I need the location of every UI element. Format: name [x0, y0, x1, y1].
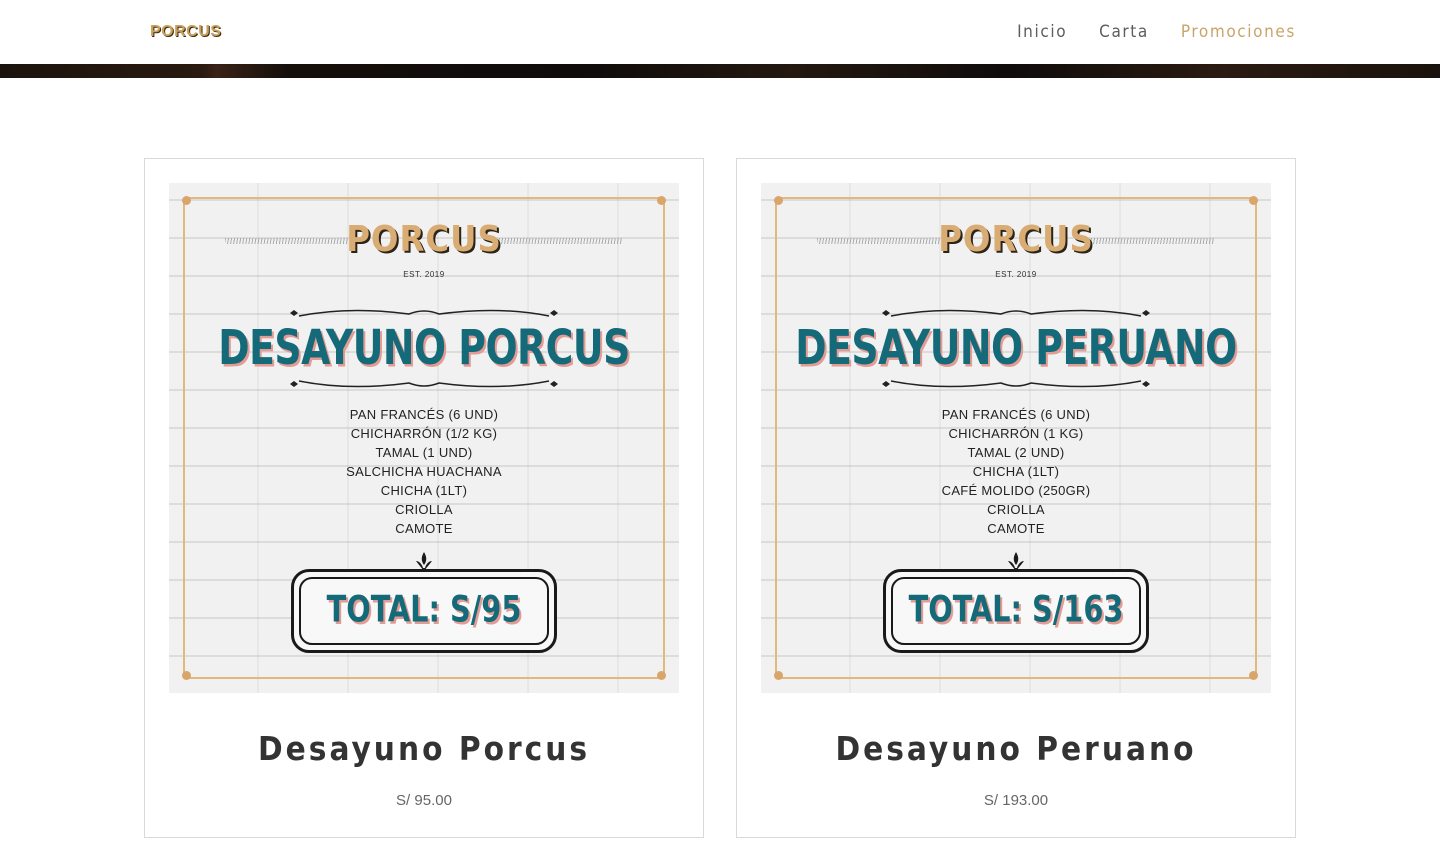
poster-item: PAN FRANCÉS (6 UND)	[349, 407, 499, 422]
product-image[interactable]: PORCUS EST. 2019 DESAYUNO PORCUS PAN FRA…	[169, 183, 679, 693]
poster-total: TOTAL: S/95	[326, 587, 522, 631]
brand-logo[interactable]: PORCUS	[150, 22, 221, 42]
poster-item: CHICHARRÓN (1 KG)	[948, 426, 1084, 441]
ornament-top-icon	[290, 309, 558, 317]
poster-item: CHICHA (1LT)	[380, 483, 468, 498]
product-title[interactable]: Desayuno Porcus	[145, 729, 703, 768]
poster-item: CRIOLLA	[987, 502, 1045, 517]
poster-item: CHICHARRÓN (1/2 KG)	[350, 426, 498, 441]
poster-brand: PORCUS	[346, 219, 502, 260]
poster-established: EST. 2019	[403, 270, 445, 279]
product-title[interactable]: Desayuno Peruano	[737, 729, 1295, 768]
product-card-desayuno-porcus[interactable]: PORCUS EST. 2019 DESAYUNO PORCUS PAN FRA…	[144, 158, 704, 838]
corner-dot	[1249, 196, 1258, 205]
poster-item: CAFÉ MOLIDO (250GR)	[941, 483, 1091, 498]
poster-item: TAMAL (2 UND)	[967, 445, 1065, 460]
corner-dot	[182, 196, 191, 205]
product-price: S/ 193.00	[983, 792, 1049, 809]
poster-item: TAMAL (1 UND)	[375, 445, 473, 460]
poster-item: SALCHICHA HUACHANA	[346, 464, 502, 479]
nav-item-inicio[interactable]: Inicio	[1017, 22, 1067, 42]
poster-brand: PORCUS	[938, 219, 1094, 260]
ornament-bottom-icon	[882, 380, 1150, 388]
poster-item: PAN FRANCÉS (6 UND)	[941, 407, 1091, 422]
main-nav: Inicio Carta Promociones	[1017, 0, 1296, 64]
site-header: PORCUS Inicio Carta Promociones	[0, 0, 1440, 64]
poster-total: TOTAL: S/163	[908, 587, 1124, 631]
poster-title: DESAYUNO PERUANO	[795, 319, 1237, 376]
corner-dot	[774, 196, 783, 205]
ornament-bottom-icon	[290, 380, 558, 388]
corner-dot	[774, 671, 783, 680]
product-price: S/ 95.00	[396, 792, 452, 809]
ornament-top-icon	[882, 309, 1150, 317]
hero-image-strip	[0, 64, 1440, 78]
poster-items-list: PAN FRANCÉS (6 UND) CHICHARRÓN (1/2 KG) …	[169, 405, 679, 538]
corner-dot	[657, 671, 666, 680]
poster-total-box: TOTAL: S/163	[883, 569, 1149, 653]
poster-item: CAMOTE	[987, 521, 1045, 536]
poster-items-list: PAN FRANCÉS (6 UND) CHICHARRÓN (1 KG) TA…	[761, 405, 1271, 538]
poster-title: DESAYUNO PORCUS	[218, 319, 630, 376]
poster-item: CRIOLLA	[395, 502, 453, 517]
product-image[interactable]: PORCUS EST. 2019 DESAYUNO PERUANO PAN FR…	[761, 183, 1271, 693]
product-card-desayuno-peruano[interactable]: PORCUS EST. 2019 DESAYUNO PERUANO PAN FR…	[736, 158, 1296, 838]
poster-item: CHICHA (1LT)	[972, 464, 1060, 479]
nav-item-carta[interactable]: Carta	[1099, 22, 1149, 42]
nav-item-promociones[interactable]: Promociones	[1181, 22, 1296, 42]
poster-total-box: TOTAL: S/95	[291, 569, 557, 653]
poster-item: CAMOTE	[395, 521, 453, 536]
corner-dot	[1249, 671, 1258, 680]
poster-established: EST. 2019	[995, 270, 1037, 279]
corner-dot	[182, 671, 191, 680]
corner-dot	[657, 196, 666, 205]
